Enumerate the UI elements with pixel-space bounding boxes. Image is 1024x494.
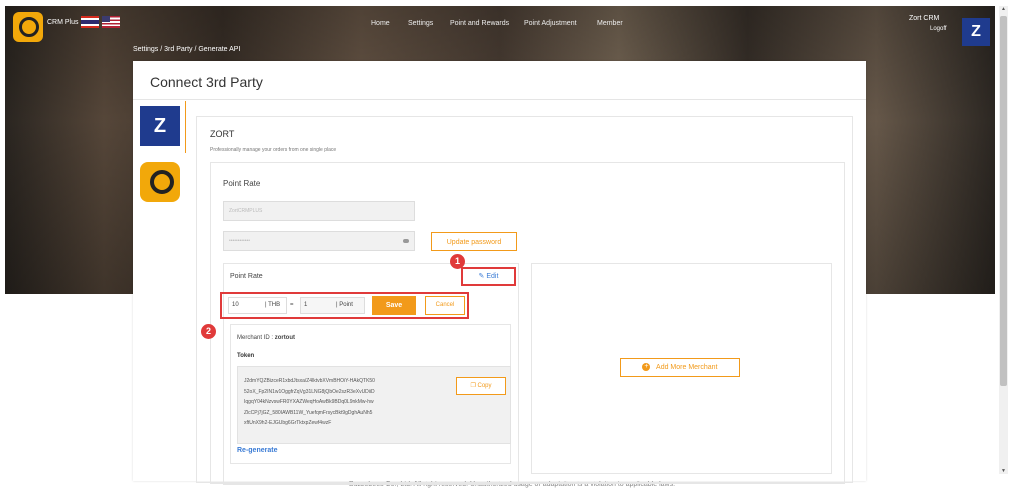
token-line: J2dmYQZBizceR1xbdJtsxa/Z4lktvbXVmBHOiY-H… <box>244 378 375 384</box>
token-line: ZlcCPj7jGZ_580IAWB11W_YuefqmFrsycBkt9gDg… <box>244 409 373 416</box>
top-navigation-bar: CRM Plus Home Settings Point and Rewards… <box>5 6 995 46</box>
equals-sign: = <box>290 302 294 308</box>
point-input[interactable]: 1 | Point <box>300 297 365 314</box>
add-merchant-area: + Add More Merchant <box>531 263 832 474</box>
add-more-merchant-button[interactable]: + Add More Merchant <box>620 358 740 377</box>
tab-buzzebees[interactable] <box>140 162 180 202</box>
breadcrumb[interactable]: Settings / 3rd Party / Generate API <box>133 46 240 53</box>
edit-button[interactable]: ✎ Edit <box>461 267 516 286</box>
token-value[interactable]: J2dmYQZBizceR1xbdJtsxa/Z4lktvbXVmBHOiY-H… <box>244 376 394 429</box>
section-title: Point Rate <box>223 179 261 188</box>
token-line: 52oX_Fp2IN1w1OggfrZqVg31LNG8jQbOe2szR3eX… <box>244 388 375 395</box>
copy-button[interactable]: ❐ Copy <box>456 377 506 395</box>
baht-input[interactable]: 10 | THB <box>228 297 287 314</box>
tab-zort[interactable]: Z <box>140 106 180 146</box>
merchant-card: Merchant ID : zortout Token J2dmYQZBizce… <box>230 324 511 464</box>
zort-avatar-icon[interactable]: Z <box>962 18 990 46</box>
nav-home[interactable]: Home <box>371 20 390 27</box>
token-label: Token <box>237 353 255 359</box>
main-card: Connect 3rd Party Z ZORT Professionally … <box>133 61 866 485</box>
merchant-id-value: zortout <box>274 335 296 341</box>
point-rate-title: Point Rate <box>230 273 263 280</box>
add-merchant-label: Add More Merchant <box>656 364 718 371</box>
copy-icon: ❐ <box>470 383 476 389</box>
baht-unit: | THB <box>265 302 281 308</box>
pencil-icon: ✎ <box>478 273 485 280</box>
baht-value: 10 <box>232 302 239 308</box>
page-scrollbar[interactable]: ▲ ▼ <box>999 6 1008 474</box>
nav-settings[interactable]: Settings <box>408 20 433 27</box>
token-box: J2dmYQZBizceR1xbdJtsxa/Z4lktvbXVmBHOiY-H… <box>237 366 511 444</box>
scroll-up-icon[interactable]: ▲ <box>1001 6 1006 12</box>
cancel-button[interactable]: Cancel <box>425 296 465 315</box>
user-name: Zort CRM <box>909 15 940 22</box>
divider <box>133 99 866 100</box>
nav-member[interactable]: Member <box>597 20 623 27</box>
scroll-down-icon[interactable]: ▼ <box>1001 468 1006 474</box>
scrollbar-thumb[interactable] <box>1000 16 1007 386</box>
save-button[interactable]: Save <box>372 296 416 315</box>
nav-point-adjustment[interactable]: Point Adjustment <box>524 20 577 27</box>
thai-flag-icon[interactable] <box>81 16 99 28</box>
show-password-icon[interactable] <box>403 239 409 243</box>
active-tab-indicator <box>185 101 186 153</box>
step-marker-2: 2 <box>201 324 216 339</box>
crm-plus-logo-icon[interactable] <box>13 12 43 42</box>
regenerate-link[interactable]: Re-generate <box>237 447 277 454</box>
copy-label: Copy <box>477 383 492 389</box>
token-line: IqgqY04kNzvswFR0YXAZWeqHoAwBk9BDq0L9nkMw… <box>244 399 374 405</box>
password-field[interactable]: •••••••••••• <box>223 231 415 251</box>
point-unit: | Point <box>336 302 353 308</box>
point-rate-card: Point Rate ✎ Edit 1 2 10 | THB = 1 | Poi… <box>201 254 519 485</box>
buzzebees-logo-icon <box>150 170 174 194</box>
point-rate-editor: 2 10 | THB = 1 | Point Save Cancel <box>201 292 469 339</box>
password-value: •••••••••••• <box>229 238 251 244</box>
username-field[interactable]: ZortCRMPLUS <box>223 201 415 221</box>
merchant-id-label: Merchant ID : <box>237 335 274 341</box>
partner-name: ZORT <box>210 129 235 139</box>
point-rate-section: Point Rate ZortCRMPLUS •••••••••••• Upda… <box>201 162 845 485</box>
nav-point-and-rewards[interactable]: Point and Rewards <box>450 20 509 27</box>
logoff-link[interactable]: Logoff <box>930 26 947 32</box>
app-name: CRM Plus <box>47 19 79 26</box>
partner-description: Professionally manage your orders from o… <box>210 147 337 153</box>
edit-label: Edit <box>486 273 499 280</box>
partner-panel: ZORT Professionally manage your orders f… <box>196 116 853 485</box>
point-value: 1 <box>304 302 308 308</box>
page-title: Connect 3rd Party <box>150 74 263 90</box>
merchant-id: Merchant ID : zortout <box>237 335 295 341</box>
step-marker-1: 1 <box>450 254 465 269</box>
plus-circle-icon: + <box>642 363 651 372</box>
us-flag-icon[interactable] <box>102 16 120 28</box>
update-password-button[interactable]: Update password <box>431 232 517 251</box>
token-line: xftUnX9h2-EJGUbg6GrTktxpZewf4wzF <box>244 420 332 426</box>
